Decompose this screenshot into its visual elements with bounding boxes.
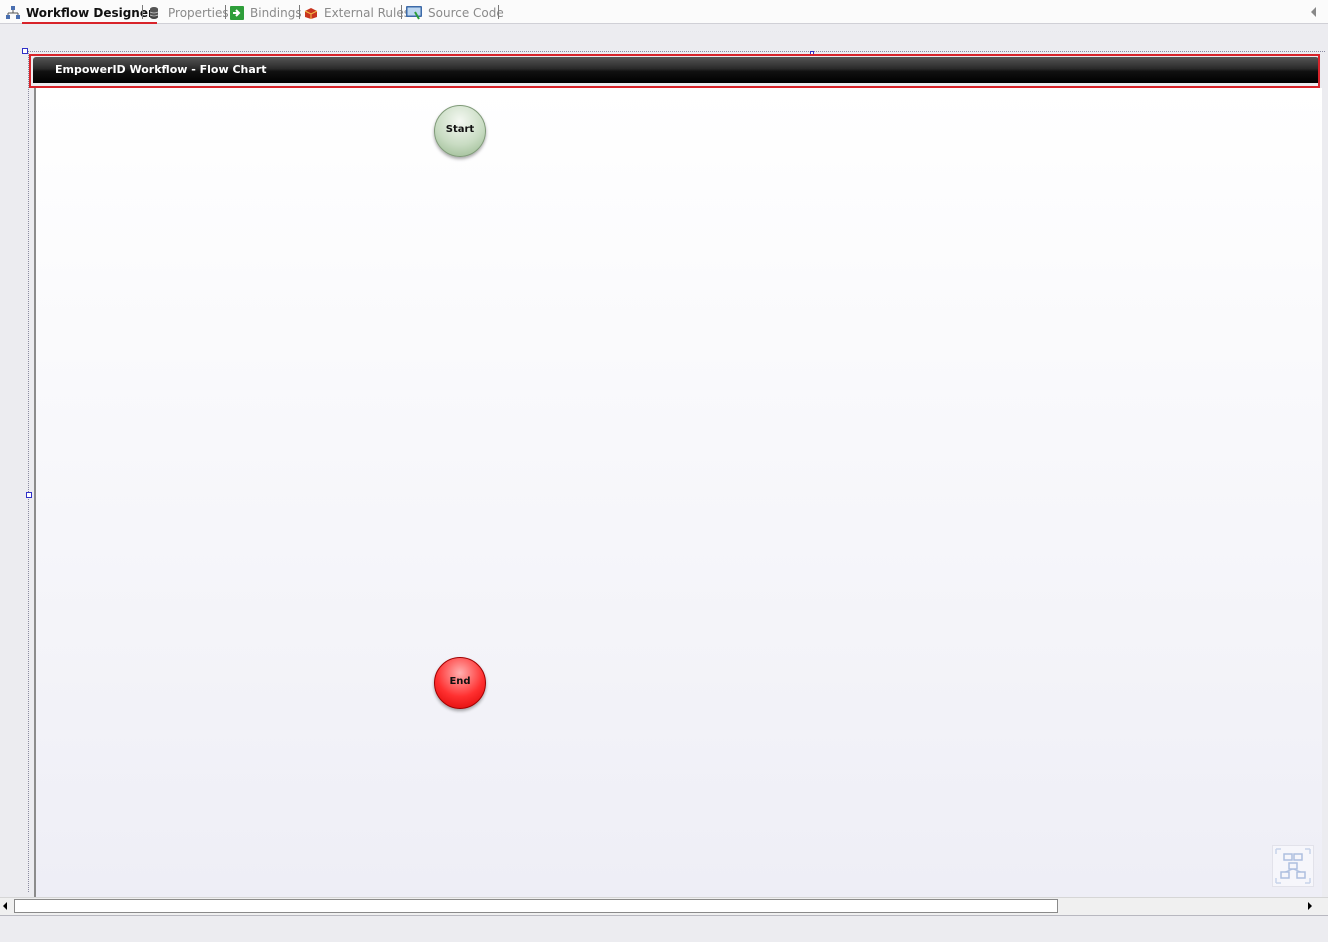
tab-label: Properties (168, 6, 229, 20)
resize-handle[interactable] (810, 51, 814, 55)
tab-separator (498, 5, 499, 19)
start-node-label: Start (445, 123, 475, 135)
tab-label: Bindings (250, 6, 302, 20)
horizontal-scrollbar[interactable] (0, 897, 1328, 915)
tab-label: Workflow Designer (26, 6, 154, 20)
monitor-icon (406, 6, 422, 20)
resize-handle[interactable] (26, 492, 32, 498)
status-bar (0, 915, 1328, 942)
tab-scroll-left-icon[interactable] (1311, 7, 1316, 17)
tab-separator (299, 5, 300, 19)
tab-properties[interactable]: Properties (148, 3, 229, 23)
fit-to-screen-button[interactable] (1272, 845, 1314, 887)
tab-source-code[interactable]: Source Code (406, 3, 504, 23)
tab-workflow-designer[interactable]: Workflow Designer (6, 3, 157, 24)
end-node[interactable]: End (434, 657, 486, 709)
tab-bindings[interactable]: Bindings (230, 3, 302, 23)
start-node[interactable]: Start (434, 105, 486, 157)
flow-chart-header: EmpowerID Workflow - Flow Chart (33, 57, 1319, 83)
designer-surface: EmpowerID Workflow - Flow Chart Start En… (0, 24, 1328, 897)
scrollbar-thumb[interactable] (14, 899, 1058, 913)
database-icon (148, 6, 162, 20)
green-arrow-icon (230, 6, 244, 20)
designer-tab-bar: Workflow Designer Properties Bindings Ex… (0, 0, 1328, 24)
flow-chart-canvas[interactable] (34, 88, 1322, 897)
end-node-label: End (449, 675, 471, 687)
resize-handle[interactable] (22, 48, 28, 54)
workflow-diagram-icon (6, 6, 20, 20)
scroll-left-arrow-icon[interactable] (3, 902, 7, 910)
fit-to-screen-icon (1275, 848, 1311, 884)
tab-label: Source Code (428, 6, 504, 20)
tab-separator (401, 5, 402, 19)
tab-separator (142, 5, 143, 19)
tab-external-rules[interactable]: External Rules (304, 3, 410, 23)
scroll-right-arrow-icon[interactable] (1308, 902, 1312, 910)
tab-label: External Rules (324, 6, 410, 20)
red-cube-icon (304, 6, 318, 20)
tab-separator (225, 5, 226, 19)
